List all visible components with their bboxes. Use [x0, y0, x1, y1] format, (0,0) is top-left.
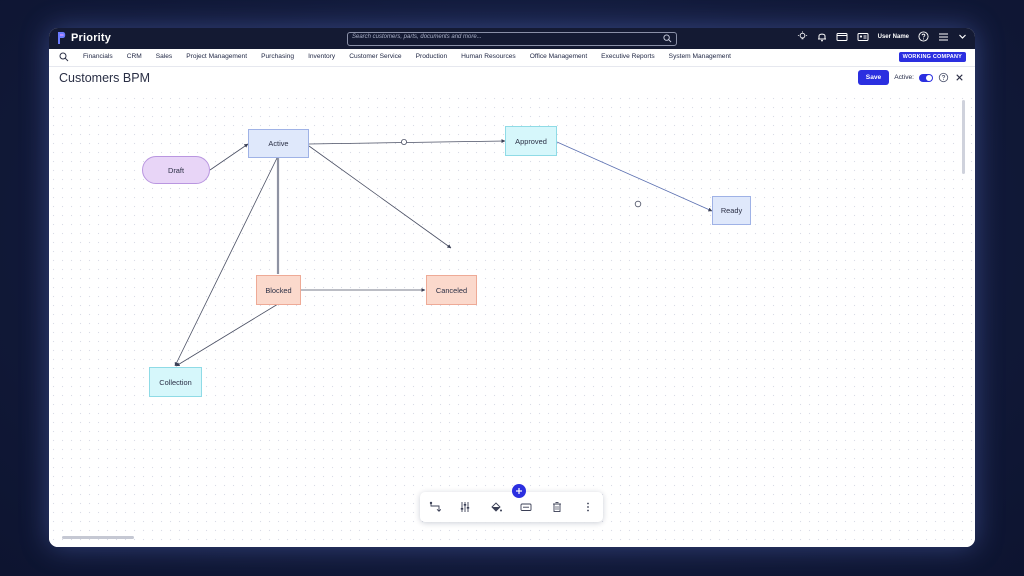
- horizontal-scrollbar[interactable]: [62, 536, 134, 539]
- top-bar: Priority Search customers, parts, docume…: [49, 28, 975, 49]
- plus-icon: [516, 488, 522, 494]
- node-ready[interactable]: Ready: [712, 196, 751, 225]
- sliders-icon[interactable]: [459, 501, 471, 513]
- menu-item-production[interactable]: Production: [416, 53, 448, 60]
- app-logo[interactable]: Priority: [57, 31, 111, 45]
- bpm-canvas[interactable]: Draft Active Approved Ready Blocked Canc…: [49, 94, 975, 547]
- menu-item-system-management[interactable]: System Management: [669, 53, 731, 60]
- vertical-scrollbar[interactable]: [962, 100, 965, 174]
- id-card-icon[interactable]: [857, 32, 869, 42]
- active-label: Active:: [894, 74, 914, 81]
- card-icon[interactable]: [520, 501, 532, 513]
- node-approved[interactable]: Approved: [505, 126, 557, 156]
- menu-item-sales[interactable]: Sales: [156, 53, 173, 60]
- global-search-input[interactable]: Search customers, parts, documents and m…: [347, 32, 677, 46]
- bell-icon[interactable]: [817, 31, 827, 42]
- menu-item-customer-service[interactable]: Customer Service: [349, 53, 401, 60]
- edge-active-approved[interactable]: [308, 139, 506, 145]
- node-draft[interactable]: Draft: [142, 156, 210, 184]
- save-button[interactable]: Save: [857, 70, 890, 85]
- lightbulb-icon[interactable]: [797, 31, 808, 42]
- company-badge[interactable]: WORKING COMPANY: [898, 52, 966, 62]
- paint-bucket-icon[interactable]: [490, 501, 502, 513]
- hamburger-menu-icon[interactable]: [938, 32, 949, 42]
- menu-item-human-resources[interactable]: Human Resources: [461, 53, 516, 60]
- user-name[interactable]: User Name: [878, 34, 909, 40]
- page-title: Customers BPM: [59, 71, 150, 85]
- app-name: Priority: [71, 32, 112, 44]
- edge-blocked-collection[interactable]: [175, 303, 279, 367]
- edge-active-canceled[interactable]: [308, 145, 452, 249]
- menu-item-office-management[interactable]: Office Management: [530, 53, 587, 60]
- node-collection[interactable]: Collection: [149, 367, 202, 397]
- priority-logo-icon: [58, 32, 66, 44]
- module-menu-bar: Financials CRM Sales Project Management …: [49, 49, 975, 67]
- node-active[interactable]: Active: [248, 129, 309, 158]
- edge-active-collection[interactable]: [174, 157, 278, 367]
- edge-draft-active[interactable]: [209, 143, 249, 171]
- trash-icon[interactable]: [551, 501, 563, 513]
- edge-midpoint-handle[interactable]: [634, 200, 642, 208]
- help-circle-icon[interactable]: [938, 72, 949, 83]
- close-icon[interactable]: [954, 72, 965, 83]
- active-toggle[interactable]: [919, 73, 933, 82]
- menu-item-purchasing[interactable]: Purchasing: [261, 53, 294, 60]
- menu-item-inventory[interactable]: Inventory: [308, 53, 335, 60]
- node-canceled[interactable]: Canceled: [426, 275, 477, 305]
- search-placeholder: Search customers, parts, documents and m…: [352, 34, 482, 40]
- edge-midpoint-handle[interactable]: [400, 139, 407, 146]
- window-icon[interactable]: [836, 32, 848, 42]
- help-icon[interactable]: [918, 31, 929, 42]
- module-menu: Financials CRM Sales Project Management …: [83, 53, 745, 60]
- toggle-knob: [926, 74, 932, 81]
- menu-search-icon[interactable]: [59, 52, 69, 62]
- diagram-toolbar: [420, 492, 603, 522]
- menu-item-project-management[interactable]: Project Management: [186, 53, 247, 60]
- top-bar-actions: User Name: [797, 31, 967, 42]
- page-actions: Save Active:: [857, 70, 965, 85]
- more-vertical-icon[interactable]: [582, 501, 594, 513]
- search-icon: [663, 34, 672, 43]
- menu-item-executive-reports[interactable]: Executive Reports: [601, 53, 655, 60]
- node-blocked[interactable]: Blocked: [256, 275, 301, 305]
- chevron-down-icon[interactable]: [958, 32, 967, 41]
- add-node-button[interactable]: [512, 484, 526, 498]
- menu-item-financials[interactable]: Financials: [83, 53, 113, 60]
- edge-approved-ready[interactable]: [556, 141, 713, 212]
- menu-item-crm[interactable]: CRM: [127, 53, 142, 60]
- app-window: Priority Search customers, parts, docume…: [49, 28, 975, 547]
- connector-icon[interactable]: [429, 501, 441, 513]
